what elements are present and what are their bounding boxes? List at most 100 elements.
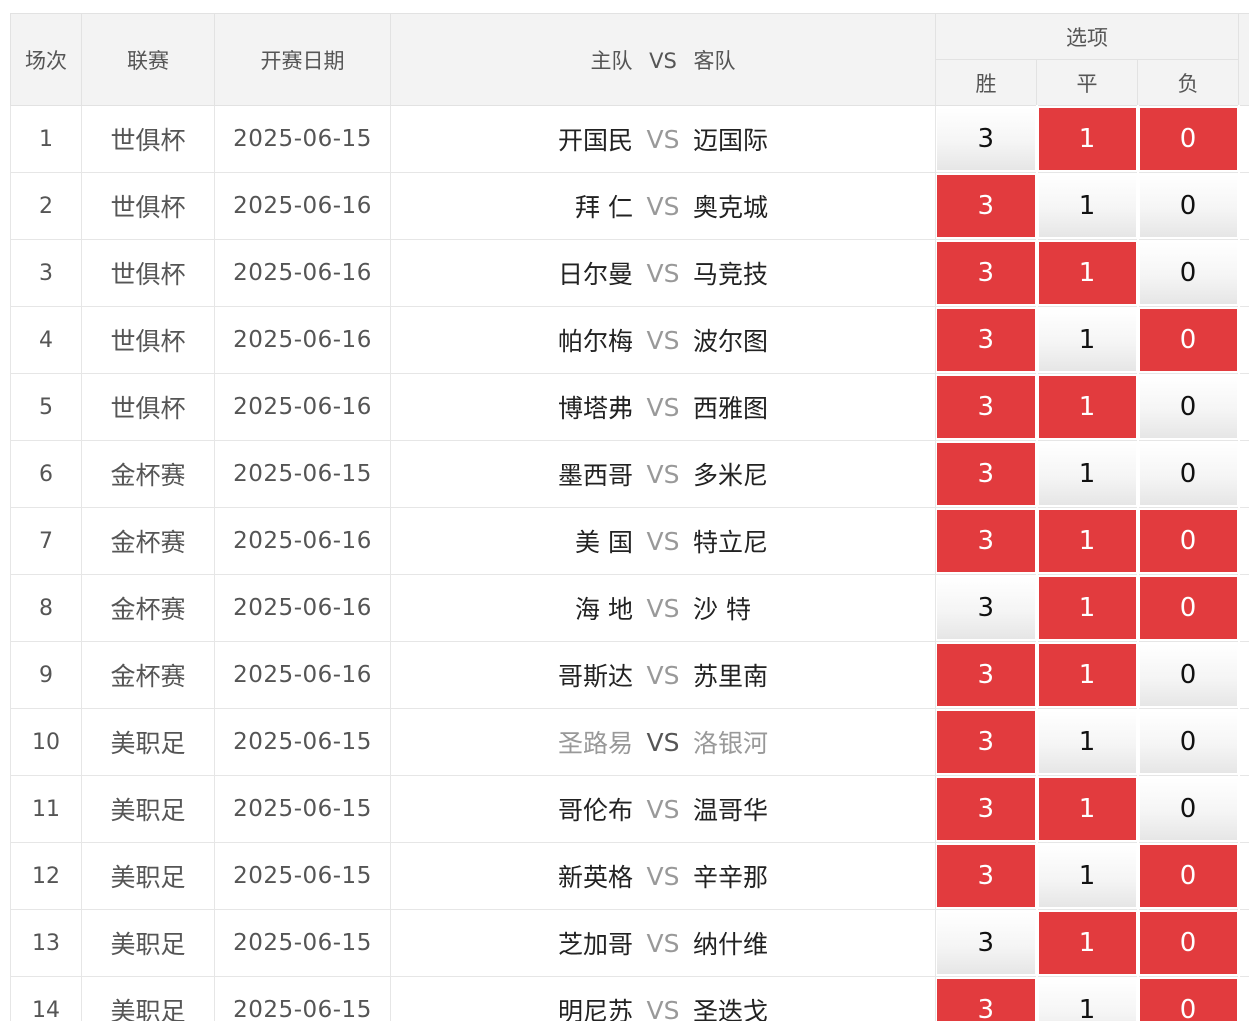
option-win-button[interactable]: 3	[937, 510, 1035, 572]
option-draw-button[interactable]: 1	[1038, 443, 1136, 505]
option-lose-button[interactable]: 0	[1139, 376, 1237, 438]
option-draw-button[interactable]: 1	[1038, 912, 1136, 974]
row-pad	[1238, 239, 1249, 307]
vs-label: VS	[646, 593, 680, 623]
match-number: 6	[10, 440, 82, 508]
option-lose-button[interactable]: 0	[1139, 108, 1237, 170]
home-team: 帕尔梅	[557, 327, 633, 356]
option-lose-button[interactable]: 0	[1139, 510, 1237, 572]
match-date: 2025-06-16	[214, 172, 391, 240]
league-name: 金杯赛	[81, 641, 215, 709]
league-name: 世俱杯	[81, 373, 215, 441]
option-win-button[interactable]: 3	[937, 376, 1035, 438]
row-pad	[1238, 909, 1249, 977]
league-name: 美职足	[81, 842, 215, 910]
match-teams: 海 地 VS 沙 特	[390, 574, 936, 642]
option-win-button[interactable]: 3	[937, 912, 1035, 974]
match-number: 11	[10, 775, 82, 843]
match-teams: 明尼苏 VS 圣迭戈	[390, 976, 936, 1021]
vs-label: VS	[646, 526, 680, 556]
option-lose-button[interactable]: 0	[1139, 443, 1237, 505]
match-teams: 圣路易 VS 洛银河	[390, 708, 936, 776]
option-win-button[interactable]: 3	[937, 309, 1035, 371]
home-team: 博塔弗	[557, 394, 633, 423]
option-draw-button[interactable]: 1	[1038, 577, 1136, 639]
table-row: 9 金杯赛 2025-06-16 哥斯达 VS 苏里南 3 1 0	[10, 641, 1249, 709]
table-row: 11 美职足 2025-06-15 哥伦布 VS 温哥华 3 1 0	[10, 775, 1249, 843]
option-draw-button[interactable]: 1	[1038, 778, 1136, 840]
option-lose-button[interactable]: 0	[1139, 711, 1237, 773]
option-lose-button[interactable]: 0	[1139, 644, 1237, 706]
header-draw: 平	[1036, 59, 1138, 106]
header-date: 开赛日期	[214, 13, 391, 106]
option-win-button[interactable]: 3	[937, 845, 1035, 907]
away-team: 苏里南	[693, 662, 769, 691]
home-team: 哥伦布	[557, 796, 633, 825]
match-number: 8	[10, 574, 82, 642]
option-draw-button[interactable]: 1	[1038, 979, 1136, 1021]
league-name: 美职足	[81, 909, 215, 977]
option-win-button[interactable]: 3	[937, 778, 1035, 840]
header-win: 胜	[935, 59, 1037, 106]
match-number: 10	[10, 708, 82, 776]
home-team: 日尔曼	[557, 260, 633, 289]
table-row: 13 美职足 2025-06-15 芝加哥 VS 纳什维 3 1 0	[10, 909, 1249, 977]
match-teams: 博塔弗 VS 西雅图	[390, 373, 936, 441]
option-lose-button[interactable]: 0	[1139, 778, 1237, 840]
table-body: 1 世俱杯 2025-06-15 开国民 VS 迈国际 3 1 0 2 世俱杯 …	[10, 105, 1249, 1021]
match-number: 1	[10, 105, 82, 173]
match-date: 2025-06-15	[214, 909, 391, 977]
option-win-button[interactable]: 3	[937, 175, 1035, 237]
match-teams: 帕尔梅 VS 波尔图	[390, 306, 936, 374]
option-lose-button[interactable]: 0	[1139, 577, 1237, 639]
option-draw-button[interactable]: 1	[1038, 510, 1136, 572]
match-number: 7	[10, 507, 82, 575]
away-team: 波尔图	[693, 327, 769, 356]
row-pad	[1238, 976, 1249, 1021]
home-team: 明尼苏	[557, 997, 633, 1021]
table-row: 2 世俱杯 2025-06-16 拜 仁 VS 奥克城 3 1 0	[10, 172, 1249, 240]
match-date: 2025-06-15	[214, 440, 391, 508]
option-draw-button[interactable]: 1	[1038, 108, 1136, 170]
option-draw-button[interactable]: 1	[1038, 242, 1136, 304]
match-teams: 开国民 VS 迈国际	[390, 105, 936, 173]
away-team: 多米尼	[693, 461, 769, 490]
match-date: 2025-06-15	[214, 775, 391, 843]
option-draw-button[interactable]: 1	[1038, 175, 1136, 237]
league-name: 美职足	[81, 976, 215, 1021]
option-lose-button[interactable]: 0	[1139, 845, 1237, 907]
row-pad	[1238, 172, 1249, 240]
league-name: 世俱杯	[81, 172, 215, 240]
option-lose-button[interactable]: 0	[1139, 979, 1237, 1021]
option-win-button[interactable]: 3	[937, 644, 1035, 706]
table-row: 14 美职足 2025-06-15 明尼苏 VS 圣迭戈 3 1 0	[10, 976, 1249, 1021]
match-teams: 哥伦布 VS 温哥华	[390, 775, 936, 843]
header-lose: 负	[1136, 59, 1240, 106]
option-draw-button[interactable]: 1	[1038, 309, 1136, 371]
row-pad	[1238, 641, 1249, 709]
option-win-button[interactable]: 3	[937, 242, 1035, 304]
option-lose-button[interactable]: 0	[1139, 175, 1237, 237]
away-team: 特立尼	[693, 528, 769, 557]
option-win-button[interactable]: 3	[937, 577, 1035, 639]
vs-label: VS	[646, 928, 680, 958]
option-draw-button[interactable]: 1	[1038, 644, 1136, 706]
row-pad	[1238, 775, 1249, 843]
vs-label: VS	[646, 861, 680, 891]
option-win-button[interactable]: 3	[937, 108, 1035, 170]
option-draw-button[interactable]: 1	[1038, 711, 1136, 773]
option-win-button[interactable]: 3	[937, 443, 1035, 505]
option-draw-button[interactable]: 1	[1038, 845, 1136, 907]
match-teams: 墨西哥 VS 多米尼	[390, 440, 936, 508]
row-pad	[1238, 842, 1249, 910]
option-lose-button[interactable]: 0	[1139, 242, 1237, 304]
option-lose-button[interactable]: 0	[1139, 912, 1237, 974]
option-lose-button[interactable]: 0	[1139, 309, 1237, 371]
home-team: 海 地	[575, 595, 633, 624]
table-row: 7 金杯赛 2025-06-16 美 国 VS 特立尼 3 1 0	[10, 507, 1249, 575]
option-win-button[interactable]: 3	[937, 979, 1035, 1021]
option-draw-button[interactable]: 1	[1038, 376, 1136, 438]
option-win-button[interactable]: 3	[937, 711, 1035, 773]
header-match: 主队 VS 客队	[390, 13, 936, 106]
header-league: 联赛	[81, 13, 215, 106]
